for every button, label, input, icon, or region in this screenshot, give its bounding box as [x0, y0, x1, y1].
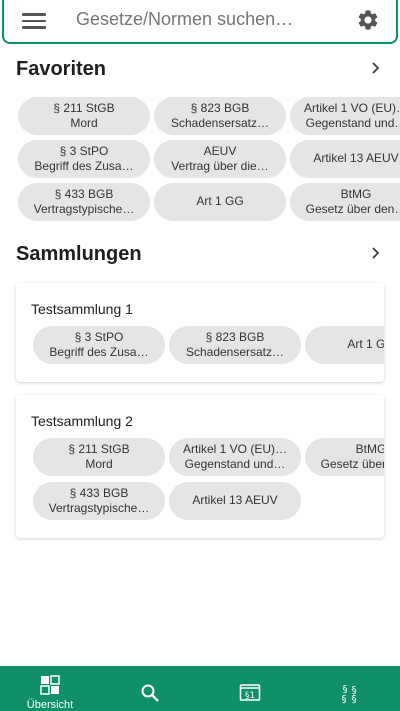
norm-chip[interactable]: Artikel 13 AEUV: [290, 140, 400, 178]
norm-chip[interactable]: Artikel 13 AEUV: [169, 482, 301, 520]
search-bar[interactable]: Gesetze/Normen suchen…: [2, 0, 398, 44]
nav-item-laws[interactable]: §1: [200, 666, 300, 711]
collection-chips: § 3 StPO Begriff des Zusa… § 823 BGB Schade…: [33, 326, 384, 366]
chip-subtitle: Mord: [70, 116, 98, 130]
paragraphs-icon: § § § §: [342, 684, 357, 704]
chip-title: Artikel 13 AEUV: [192, 493, 278, 507]
chip-title: § 823 BGB: [190, 101, 250, 115]
chevron-right-icon[interactable]: [370, 60, 382, 76]
norm-chip[interactable]: § 433 BGB Vertragstypische…: [33, 482, 165, 520]
chip-title: Artikel 1 VO (EU)…: [182, 442, 287, 456]
norm-chip[interactable]: AEUV Vertrag über die…: [154, 140, 286, 178]
nav-label: Übersicht: [26, 699, 74, 711]
overview-icon: [40, 675, 60, 695]
chip-subtitle: Schadensersatz…: [185, 345, 285, 359]
search-input[interactable]: Gesetze/Normen suchen…: [76, 9, 293, 30]
nav-item-overview[interactable]: Übersicht: [0, 666, 100, 711]
svg-text:§: §: [342, 694, 347, 704]
nav-item-search[interactable]: [100, 666, 200, 711]
norm-chip[interactable]: Art 1 GG: [305, 326, 384, 364]
search-icon: [141, 684, 159, 702]
norm-chip[interactable]: § 823 BGB Schadensersatz…: [169, 326, 301, 364]
collection-card[interactable]: Testsammlung 2 § 211 StGB Mord Artikel 1 V…: [16, 395, 384, 538]
law-book-icon: §1: [239, 684, 261, 701]
chip-subtitle: Gegenstand und…: [184, 457, 286, 471]
norm-chip[interactable]: § 211 StGB Mord: [18, 97, 150, 135]
chip-title: Artikel 1 VO (EU)…: [303, 101, 400, 115]
chip-title: Art 1 GG: [347, 337, 384, 351]
collection-card[interactable]: Testsammlung 1 § 3 StPO Begriff des Zusa……: [16, 283, 384, 382]
collection-name: Testsammlung 2: [31, 413, 133, 429]
chip-subtitle: Gesetz über den…: [305, 202, 400, 216]
chip-subtitle: Gesetz über den…: [320, 457, 384, 471]
gear-icon[interactable]: [356, 8, 380, 32]
chevron-right-icon[interactable]: [370, 245, 382, 261]
norm-chip[interactable]: § 433 BGB Vertragstypische…: [18, 183, 150, 221]
norm-chip[interactable]: § 3 StPO Begriff des Zusa…: [33, 326, 165, 364]
chip-title: § 823 BGB: [205, 330, 265, 344]
chip-subtitle: Vertragstypische…: [48, 501, 150, 515]
norm-chip[interactable]: Art 1 GG: [154, 183, 286, 221]
chip-title: § 3 StPO: [74, 330, 124, 344]
chip-subtitle: Begriff des Zusa…: [34, 159, 134, 173]
collection-name: Testsammlung 1: [31, 301, 133, 317]
chip-title: AEUV: [203, 144, 237, 158]
norm-chip[interactable]: BtMGGesetz über den…: [290, 183, 400, 221]
chip-subtitle: Gegenstand und…: [305, 116, 400, 130]
norm-chip[interactable]: § 823 BGB Schadensersatz…: [154, 97, 286, 135]
norm-chip[interactable]: Artikel 1 VO (EU)… Gegenstand und…: [290, 97, 400, 135]
chip-subtitle: Begriff des Zusa…: [49, 345, 149, 359]
svg-text:§: §: [352, 694, 357, 704]
chip-subtitle: Schadensersatz…: [170, 116, 270, 130]
collections-title: Sammlungen: [16, 243, 142, 265]
norm-chip[interactable]: BtMGGesetz über den…: [305, 438, 384, 476]
chip-title: § 3 StPO: [59, 144, 109, 158]
chip-title: Artikel 13 AEUV: [313, 151, 399, 165]
chip-subtitle: Vertrag über die…: [171, 159, 269, 173]
norm-chip[interactable]: § 211 StGB Mord: [33, 438, 165, 476]
norm-chip[interactable]: § 3 StPO Begriff des Zusa…: [18, 140, 150, 178]
menu-icon[interactable]: [22, 10, 46, 30]
nav-item-paragraphs[interactable]: § § § §: [300, 666, 400, 711]
norm-chip[interactable]: Artikel 1 VO (EU)… Gegenstand und…: [169, 438, 301, 476]
chip-subtitle: Mord: [85, 457, 113, 471]
favorites-grid: § 211 StGB Mord § 823 BGB Schadensersatz… Ar…: [18, 97, 400, 225]
chip-title: § 433 BGB: [69, 486, 129, 500]
chip-subtitle: Vertragstypische…: [33, 202, 135, 216]
chip-title: § 211 StGB: [53, 101, 115, 115]
favorites-title: Favoriten: [16, 58, 107, 80]
chip-title: § 211 StGB: [68, 442, 130, 456]
bottom-navigation: Übersicht §1 § § § §: [0, 666, 400, 711]
chip-title: Art 1 GG: [196, 194, 244, 208]
chip-title: BtMG: [340, 187, 372, 201]
chip-title: § 433 BGB: [54, 187, 114, 201]
collection-chips: § 211 StGB Mord Artikel 1 VO (EU)… Gegensta…: [33, 438, 384, 522]
chip-title: BtMG: [355, 442, 384, 456]
svg-text:§1: §1: [245, 691, 255, 701]
